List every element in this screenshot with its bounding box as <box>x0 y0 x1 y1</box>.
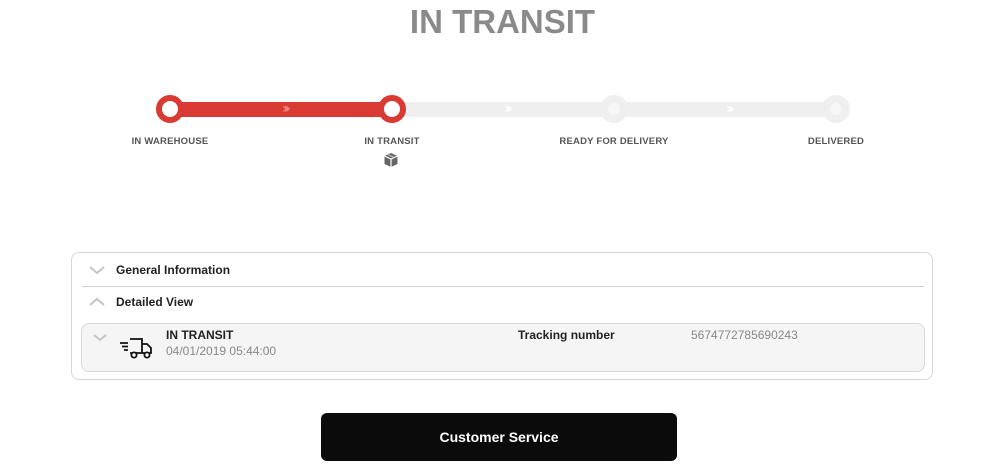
chevron-down-icon[interactable] <box>92 332 108 343</box>
step-node-delivered <box>822 95 850 123</box>
event-timestamp: 04/01/2019 05:44:00 <box>166 344 277 358</box>
tracking-event-row[interactable]: IN TRANSIT 04/01/2019 05:44:00 Tracking … <box>81 323 925 372</box>
page-title: IN TRANSIT <box>409 3 596 40</box>
delivery-truck-icon <box>120 338 152 359</box>
chevron-right-icon: ››› <box>282 101 291 117</box>
general-information-label: General Information <box>116 263 231 277</box>
tracking-number-label: Tracking number <box>518 328 615 342</box>
chevron-right-icon: ››› <box>726 101 735 117</box>
step-node-in-transit <box>378 95 406 123</box>
chevron-down-icon <box>89 266 105 275</box>
event-status: IN TRANSIT <box>166 328 234 342</box>
chevron-right-icon: ››› <box>504 101 513 117</box>
progress-segment-completed <box>170 102 392 117</box>
general-information-accordion[interactable]: General Information <box>82 254 924 286</box>
detailed-view-label: Detailed View <box>116 295 194 309</box>
step-label-ready-for-delivery: READY FOR DELIVERY <box>559 136 669 147</box>
step-label-delivered: DELIVERED <box>807 136 865 147</box>
step-node-in-warehouse <box>156 95 184 123</box>
step-label-in-warehouse: IN WAREHOUSE <box>131 136 209 147</box>
detailed-view-accordion[interactable]: Detailed View <box>82 286 924 318</box>
step-label-in-transit: IN TRANSIT <box>364 136 420 147</box>
shipment-details-panel: General Information Detailed View IN TRA… <box>71 252 933 380</box>
package-icon <box>384 153 398 167</box>
shipment-progress-tracker: ››› ››› ››› IN WAREHOUSE IN TRANSIT READ… <box>0 92 1005 182</box>
chevron-up-icon <box>89 297 105 306</box>
tracking-number-value: 5674772785690243 <box>691 328 798 342</box>
step-node-ready-for-delivery <box>600 95 628 123</box>
customer-service-button[interactable]: Customer Service <box>321 413 677 461</box>
